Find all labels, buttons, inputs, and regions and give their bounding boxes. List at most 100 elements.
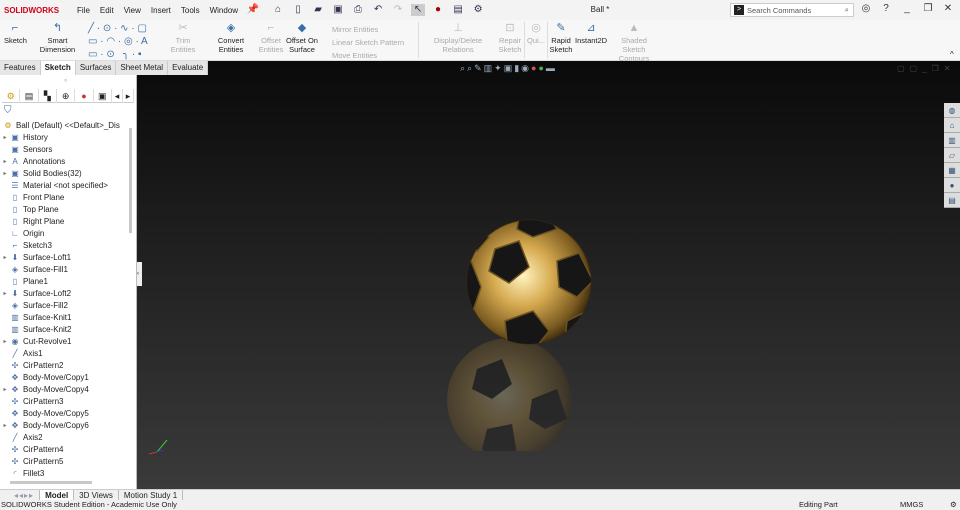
save-icon[interactable]: ▣ [331, 4, 345, 16]
tree-item[interactable]: ▯ Top Plane [0, 203, 130, 215]
units-selector[interactable]: MMGS [900, 500, 923, 510]
resources-icon[interactable]: ◍ [944, 103, 960, 118]
dynamic-annotation-icon[interactable]: ✦ [494, 63, 502, 74]
hide-show-icon[interactable]: ◉ [521, 63, 529, 74]
zoom-to-fit-icon[interactable]: ⌕ [460, 63, 465, 74]
sketch-button[interactable]: ⌐ Sketch [4, 23, 27, 46]
expand-arrow-icon[interactable]: ▸ [0, 134, 10, 141]
menu-file[interactable]: File [72, 6, 95, 15]
expand-arrow-icon[interactable]: ▸ [0, 422, 10, 429]
tree-item[interactable]: ✣ CirPattern4 [0, 443, 130, 455]
graphics-viewport[interactable]: ⌕ ⌕ ✎ ▥ ✦ ▣ ▮ ◉ ● ● ▬ ▢▢_❐✕ [137, 61, 960, 489]
search-icon[interactable]: ⌕ [845, 5, 849, 15]
offset-on-surface-button[interactable]: ◆ Offset On Surface [286, 23, 318, 55]
tree-item[interactable]: ◈ Surface-Fill1 [0, 263, 130, 275]
new-document-icon[interactable]: ▯ [291, 4, 305, 16]
tree-item[interactable]: ✥ Body-Move/Copy5 [0, 407, 130, 419]
tree-item[interactable]: ▯ Front Plane [0, 191, 130, 203]
tree-item[interactable]: ▸ ✥ Body-Move/Copy6 [0, 419, 130, 431]
zoom-area-icon[interactable]: ⌕ [467, 63, 472, 74]
tree-item[interactable]: ◈ Surface-Fill2 [0, 299, 130, 311]
tree-item[interactable]: ∟ Origin [0, 227, 130, 239]
file-properties-icon[interactable]: ▤ [451, 4, 465, 16]
pattern-tools[interactable]: Mirror Entities Linear Sketch Pattern Mo… [320, 23, 410, 62]
options-gear-icon[interactable]: ⚙ [471, 4, 485, 16]
file-explorer-icon[interactable]: ▱ [944, 148, 960, 163]
tree-item[interactable]: ✣ CirPattern5 [0, 455, 130, 467]
tab-surfaces[interactable]: Surfaces [75, 61, 117, 75]
menu-tools[interactable]: Tools [176, 6, 205, 15]
display-delete-relations-button[interactable]: ⊥ Display/Delete Relations [420, 23, 496, 55]
appearances-icon[interactable]: ● [944, 178, 960, 193]
pin-icon[interactable]: 📌 [246, 4, 260, 16]
expand-arrow-icon[interactable]: ▸ [0, 386, 10, 393]
print-icon[interactable]: ⎙ [351, 4, 365, 16]
user-icon[interactable]: ◎ [858, 3, 874, 14]
home-icon[interactable]: ⌂ [271, 4, 285, 16]
redo-icon[interactable]: ↷ [391, 4, 405, 16]
design-library-icon[interactable]: ▥ [944, 133, 960, 148]
panel-collapse-handle[interactable]: ‹ [137, 262, 142, 286]
tree-horizontal-scrollbar[interactable] [10, 481, 92, 484]
restore-button[interactable]: ❐ [920, 3, 936, 14]
tree-item[interactable]: ╱ Axis1 [0, 347, 130, 359]
tree-item[interactable]: ▯ Right Plane [0, 215, 130, 227]
tree-item[interactable]: ▥ Surface-Knit2 [0, 323, 130, 335]
expand-arrow-icon[interactable]: ▸ [0, 338, 10, 345]
feature-manager-tab-icon[interactable]: ⚙ [2, 89, 21, 103]
tree-item[interactable]: ✣ CirPattern2 [0, 359, 130, 371]
configuration-manager-tab-icon[interactable]: ▚ [39, 89, 57, 103]
tree-item[interactable]: ▸ ◉ Cut-Revolve1 [0, 335, 130, 347]
tree-item[interactable]: ▣ Sensors [0, 143, 130, 155]
property-manager-tab-icon[interactable]: ▤ [20, 89, 39, 103]
dimxpert-tab-icon[interactable]: ⊕ [57, 89, 76, 103]
tree-vertical-scrollbar[interactable] [129, 128, 132, 233]
display-style-icon[interactable]: ▮ [514, 63, 519, 74]
section-view-icon[interactable]: ▥ [484, 63, 493, 74]
tab-model[interactable]: Model [40, 489, 75, 501]
menu-insert[interactable]: Insert [146, 6, 176, 15]
home-icon[interactable]: ⌂ [944, 118, 960, 133]
undo-icon[interactable]: ↶ [371, 4, 385, 16]
smart-dimension-button[interactable]: ↰ Smart Dimension [30, 23, 85, 55]
menu-view[interactable]: View [119, 6, 146, 15]
panel-handle[interactable]: ° [64, 78, 67, 87]
mirror-entities-button[interactable]: Mirror Entities [320, 23, 410, 36]
tree-item[interactable]: ✣ CirPattern3 [0, 395, 130, 407]
tree-item[interactable]: ▸ ✥ Body-Move/Copy4 [0, 383, 130, 395]
instant2d-button[interactable]: ⊿ Instant2D [575, 23, 607, 46]
tree-item[interactable]: ▸ ⬇ Surface-Loft2 [0, 287, 130, 299]
menu-edit[interactable]: Edit [95, 6, 119, 15]
tab-scroll-left-icon[interactable]: ◂ [112, 89, 123, 103]
tab-scroll-arrows[interactable]: ◂◂▸▸ [0, 489, 41, 501]
rapid-sketch-button[interactable]: ✎ Rapid Sketch [549, 23, 573, 55]
tree-item[interactable]: ▯ Plane1 [0, 275, 130, 287]
minimize-button[interactable]: _ [899, 3, 915, 14]
menu-window[interactable]: Window [205, 6, 243, 15]
search-commands-input[interactable]: > Search Commands ⌕ [730, 3, 854, 17]
sketch-tools-grid[interactable]: ╱ · ⊙ · ∿ · ▢ ▭ · ◠ · ◎ · A ▭ · ⊙ ╮ · ▪ [88, 22, 160, 61]
shaded-sketch-contours-button[interactable]: ▲ Shaded Sketch Contours [609, 23, 659, 64]
tab-evaluate[interactable]: Evaluate [168, 61, 209, 75]
view-orientation-icon[interactable]: ▣ [504, 63, 513, 74]
tab-scroll-right-icon[interactable]: ▸ [123, 89, 135, 103]
quick-snaps-button[interactable]: ◎ Qui... [526, 23, 546, 46]
expand-arrow-icon[interactable]: ▸ [0, 170, 10, 177]
status-settings-icon[interactable]: ⚙ [950, 500, 957, 510]
tree-item[interactable]: ▥ Surface-Knit1 [0, 311, 130, 323]
view-palette-icon[interactable]: ▦ [944, 163, 960, 178]
custom-properties-icon[interactable]: ▤ [944, 193, 960, 208]
tree-item[interactable]: ▸ A Annotations [0, 155, 130, 167]
filter-icon[interactable]: ⛉ [4, 105, 12, 116]
collapse-ribbon-icon[interactable]: ^ [950, 50, 954, 59]
display-manager-tab-icon[interactable]: ● [75, 89, 94, 103]
offset-entities-button[interactable]: ⌐ Offset Entities [258, 23, 284, 55]
viewport-window-controls[interactable]: ▢▢_❐✕ [897, 64, 955, 73]
tab-3d-views[interactable]: 3D Views [74, 489, 119, 501]
tree-item[interactable]: ▸ ▣ Solid Bodies(32) [0, 167, 130, 179]
tab-features[interactable]: Features [0, 61, 41, 75]
trim-entities-button[interactable]: ✂ Trim Entities [163, 23, 203, 55]
tree-item[interactable]: ▸ ⬇ Surface-Loft1 [0, 251, 130, 263]
tree-item[interactable]: ╱ Axis2 [0, 431, 130, 443]
cam-tab-icon[interactable]: ▣ [94, 89, 112, 103]
